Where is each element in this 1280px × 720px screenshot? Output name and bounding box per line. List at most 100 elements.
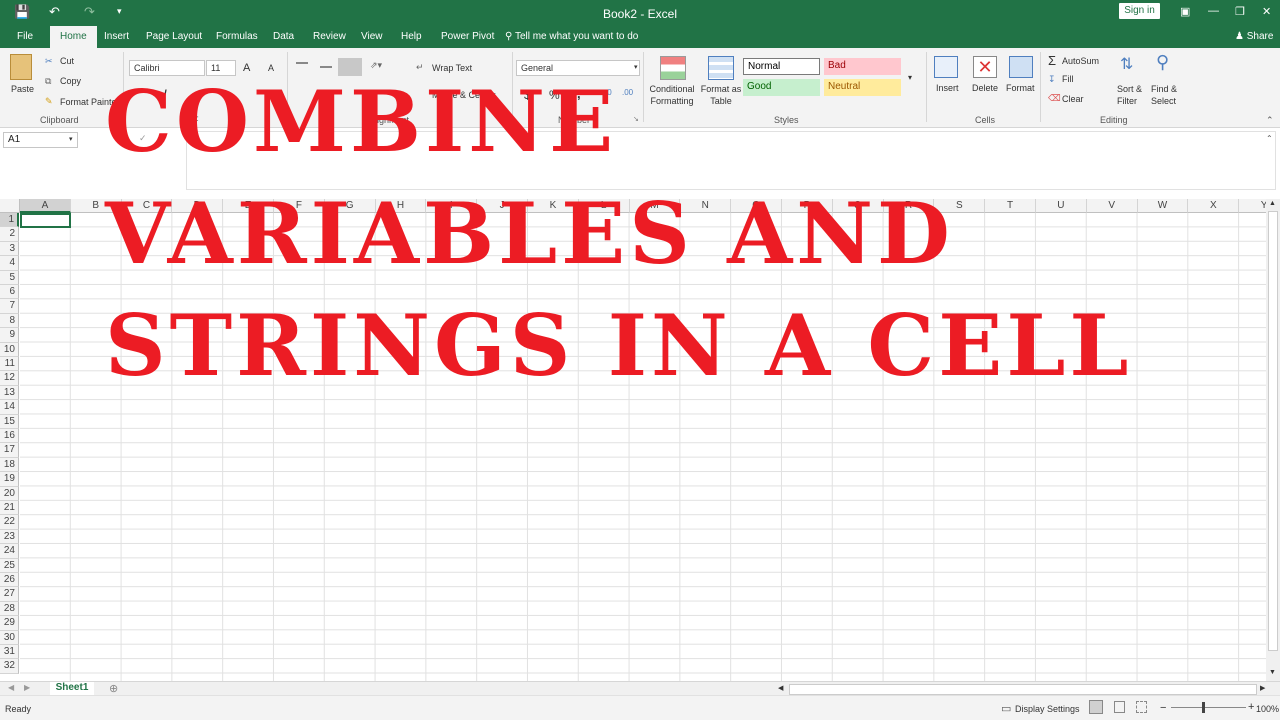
row-header-3[interactable]: 3: [0, 241, 19, 257]
row-header-24[interactable]: 24: [0, 544, 19, 559]
column-header-q[interactable]: Q: [832, 199, 884, 213]
column-header-o[interactable]: O: [731, 199, 782, 213]
column-header-l[interactable]: L: [578, 199, 630, 213]
insert-cells-icon[interactable]: [934, 56, 958, 78]
row-header-12[interactable]: 12: [0, 371, 19, 386]
row-header-16[interactable]: 16: [0, 429, 19, 444]
autosum-icon[interactable]: Σ: [1048, 53, 1056, 68]
tab-file[interactable]: File: [17, 31, 33, 42]
next-sheet-icon[interactable]: ▶: [24, 683, 30, 692]
row-header-6[interactable]: 6: [0, 285, 19, 300]
column-header-s[interactable]: S: [934, 199, 986, 213]
row-header-9[interactable]: 9: [0, 328, 19, 343]
row-header-26[interactable]: 26: [0, 573, 19, 588]
column-header-j[interactable]: J: [477, 199, 528, 213]
column-header-i[interactable]: I: [426, 199, 478, 213]
font-name-combo[interactable]: Calibri: [129, 60, 205, 76]
formula-input[interactable]: [186, 131, 1276, 190]
row-header-22[interactable]: 22: [0, 515, 19, 530]
bottom-align-icon[interactable]: [338, 58, 362, 76]
page-break-view-icon[interactable]: [1136, 701, 1147, 713]
display-settings-icon[interactable]: ▭: [1001, 702, 1011, 715]
column-header-a[interactable]: A: [20, 199, 71, 213]
tab-page-layout[interactable]: Page Layout: [146, 31, 202, 42]
format-button[interactable]: Format: [1006, 83, 1035, 93]
italic-button[interactable]: I: [164, 88, 167, 98]
shrink-font-button[interactable]: A: [268, 63, 274, 73]
style-normal[interactable]: Normal: [743, 58, 820, 75]
ribbon-display-icon[interactable]: ▣: [1180, 5, 1190, 18]
column-header-w[interactable]: W: [1137, 199, 1189, 213]
copy-button[interactable]: Copy: [60, 76, 81, 86]
vertical-scrollbar[interactable]: ▲ ▼: [1266, 199, 1280, 681]
chevron-down-icon[interactable]: ▾: [69, 135, 73, 143]
column-header-e[interactable]: E: [223, 199, 274, 213]
number-format-combo[interactable]: General: [516, 60, 640, 76]
row-header-19[interactable]: 19: [0, 472, 19, 487]
find-select-button[interactable]: Find & Select: [1151, 83, 1185, 107]
row-header-29[interactable]: 29: [0, 616, 19, 631]
row-header-14[interactable]: 14: [0, 400, 19, 415]
tab-formulas[interactable]: Formulas: [216, 31, 258, 42]
scroll-right-icon[interactable]: ▶: [1260, 684, 1265, 692]
sort-filter-icon[interactable]: ⇅: [1120, 54, 1133, 74]
row-header-32[interactable]: 32: [0, 659, 19, 674]
dialog-launcher-icon[interactable]: ↘: [506, 115, 512, 123]
column-header-h[interactable]: H: [375, 199, 427, 213]
column-header-g[interactable]: G: [324, 199, 376, 213]
prev-sheet-icon[interactable]: ◀: [8, 683, 14, 692]
share-button[interactable]: ♟ Share: [1235, 31, 1273, 42]
row-header-20[interactable]: 20: [0, 486, 19, 501]
column-header-c[interactable]: C: [121, 199, 173, 213]
row-header-17[interactable]: 17: [0, 443, 19, 458]
sign-in-button[interactable]: Sign in: [1119, 3, 1160, 19]
column-header-b[interactable]: B: [70, 199, 122, 213]
format-painter-icon[interactable]: ✎: [45, 96, 53, 107]
expand-formula-bar-icon[interactable]: ⌃: [1266, 134, 1273, 143]
wrap-text-button[interactable]: Wrap Text: [432, 63, 472, 73]
selected-cell[interactable]: [20, 213, 71, 228]
row-header-28[interactable]: 28: [0, 601, 19, 617]
format-painter-button[interactable]: Format Painter: [60, 97, 120, 107]
name-box[interactable]: A1: [3, 132, 78, 148]
row-header-11[interactable]: 11: [0, 357, 19, 372]
clear-button[interactable]: Clear: [1062, 94, 1084, 104]
middle-align-icon[interactable]: [320, 66, 332, 68]
decrease-decimal-icon[interactable]: .00: [622, 88, 633, 97]
style-neutral[interactable]: Neutral: [824, 79, 901, 96]
zoom-slider-thumb[interactable]: [1202, 702, 1205, 713]
row-header-1[interactable]: 1: [0, 213, 19, 228]
tab-insert[interactable]: Insert: [104, 31, 129, 42]
wrap-text-icon[interactable]: ↵: [416, 62, 424, 73]
percent-button[interactable]: %: [549, 88, 560, 102]
row-header-27[interactable]: 27: [0, 587, 19, 602]
horizontal-scrollbar[interactable]: [789, 684, 1257, 695]
autosum-button[interactable]: AutoSum: [1062, 56, 1099, 66]
row-header-4[interactable]: 4: [0, 256, 19, 271]
column-header-x[interactable]: X: [1188, 199, 1240, 213]
style-bad[interactable]: Bad: [824, 58, 901, 75]
column-header-p[interactable]: P: [782, 199, 833, 213]
comma-button[interactable]: ,: [577, 86, 581, 101]
merge-center-button[interactable]: Merge & Center: [432, 90, 496, 100]
tab-home[interactable]: Home: [50, 26, 97, 49]
row-header-15[interactable]: 15: [0, 414, 19, 429]
sort-filter-button[interactable]: Sort & Filter: [1117, 83, 1147, 107]
enter-check-icon[interactable]: ✓: [139, 133, 147, 144]
column-header-m[interactable]: M: [629, 199, 681, 213]
select-all-corner[interactable]: [0, 199, 20, 213]
add-sheet-icon[interactable]: ⊕: [109, 682, 118, 695]
dialog-launcher-icon[interactable]: ↘: [633, 115, 639, 123]
cut-icon[interactable]: ✂: [45, 56, 53, 67]
tab-data[interactable]: Data: [273, 31, 294, 42]
column-header-t[interactable]: T: [985, 199, 1036, 213]
maximize-icon[interactable]: ❐: [1235, 5, 1245, 18]
font-size-combo[interactable]: 11: [206, 60, 236, 76]
zoom-out-icon[interactable]: −: [1160, 702, 1166, 714]
tell-me-search[interactable]: ⚲ Tell me what you want to do: [505, 31, 638, 42]
chevron-down-icon[interactable]: ▾: [634, 63, 638, 71]
row-header-23[interactable]: 23: [0, 529, 19, 545]
top-align-icon[interactable]: [296, 62, 308, 64]
insert-button[interactable]: Insert: [936, 83, 959, 93]
grow-font-button[interactable]: A: [243, 62, 250, 74]
